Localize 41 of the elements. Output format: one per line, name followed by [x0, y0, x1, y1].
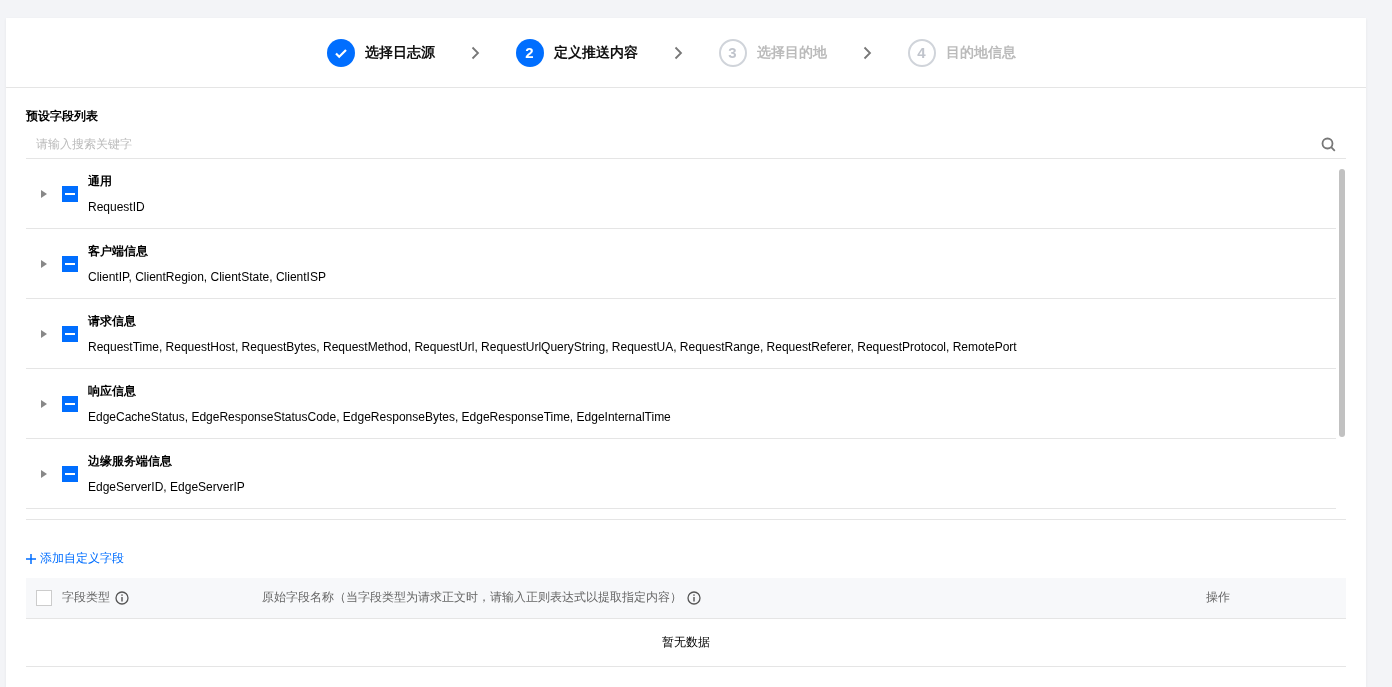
step-label: 选择目的地	[756, 43, 827, 62]
checkbox[interactable]	[62, 395, 78, 412]
step-number: 4	[907, 38, 936, 67]
step-number: 2	[515, 38, 544, 67]
chevron-right-icon	[673, 45, 683, 60]
caret-icon[interactable]	[41, 469, 47, 478]
section-title: 预设字段列表	[26, 108, 99, 125]
step-number: 3	[718, 38, 747, 67]
check-icon	[326, 38, 355, 67]
column-header: 字段类型	[62, 589, 110, 606]
checkbox[interactable]	[62, 465, 78, 482]
field-list: EdgeCacheStatus, EdgeResponseStatusCode, EdgeResponseBytes, EdgeResponseTime, EdgeInternalTime	[88, 410, 671, 424]
field-list: RequestID	[88, 200, 145, 214]
caret-icon[interactable]	[41, 329, 47, 338]
caret-icon[interactable]	[41, 189, 47, 198]
empty-message: 暂无数据	[26, 618, 1346, 667]
checkbox[interactable]	[36, 589, 52, 606]
step-label: 选择日志源	[364, 43, 435, 62]
group-name: 响应信息	[88, 383, 137, 400]
field-list: ClientIP, ClientRegion, ClientState, ClientISP	[88, 270, 326, 284]
checkbox[interactable]	[62, 325, 78, 342]
caret-icon[interactable]	[41, 399, 47, 408]
search-icon	[1321, 137, 1336, 152]
group-name: 边缘服务端信息	[88, 453, 173, 470]
step-label: 目的地信息	[945, 43, 1016, 62]
group-name: 客户端信息	[88, 243, 149, 260]
column-header: 原始字段名称（当字段类型为请求正文时，请输入正则表达式以提取指定内容）	[262, 589, 682, 606]
add-field-link[interactable]: 添加自定义字段	[26, 550, 124, 567]
plus-icon	[26, 553, 36, 564]
chevron-right-icon	[470, 45, 480, 60]
step-label: 定义推送内容	[553, 43, 638, 62]
group-name: 请求信息	[88, 313, 137, 330]
field-list: EdgeServerID, EdgeServerIP	[88, 480, 245, 494]
scrollbar[interactable]	[1339, 169, 1345, 437]
caret-icon[interactable]	[41, 259, 47, 268]
checkbox[interactable]	[62, 255, 78, 272]
field-list: RequestTime, RequestHost, RequestBytes, RequestMethod, RequestUrl, RequestUrlQueryString, RequestUA, RequestRange, RequestReferer, RequestProtocol, RemotePort	[88, 340, 1017, 354]
column-header: 操作	[1206, 589, 1230, 606]
group-name: 通用	[88, 173, 113, 190]
chevron-right-icon	[862, 45, 872, 60]
checkbox[interactable]	[62, 185, 78, 202]
